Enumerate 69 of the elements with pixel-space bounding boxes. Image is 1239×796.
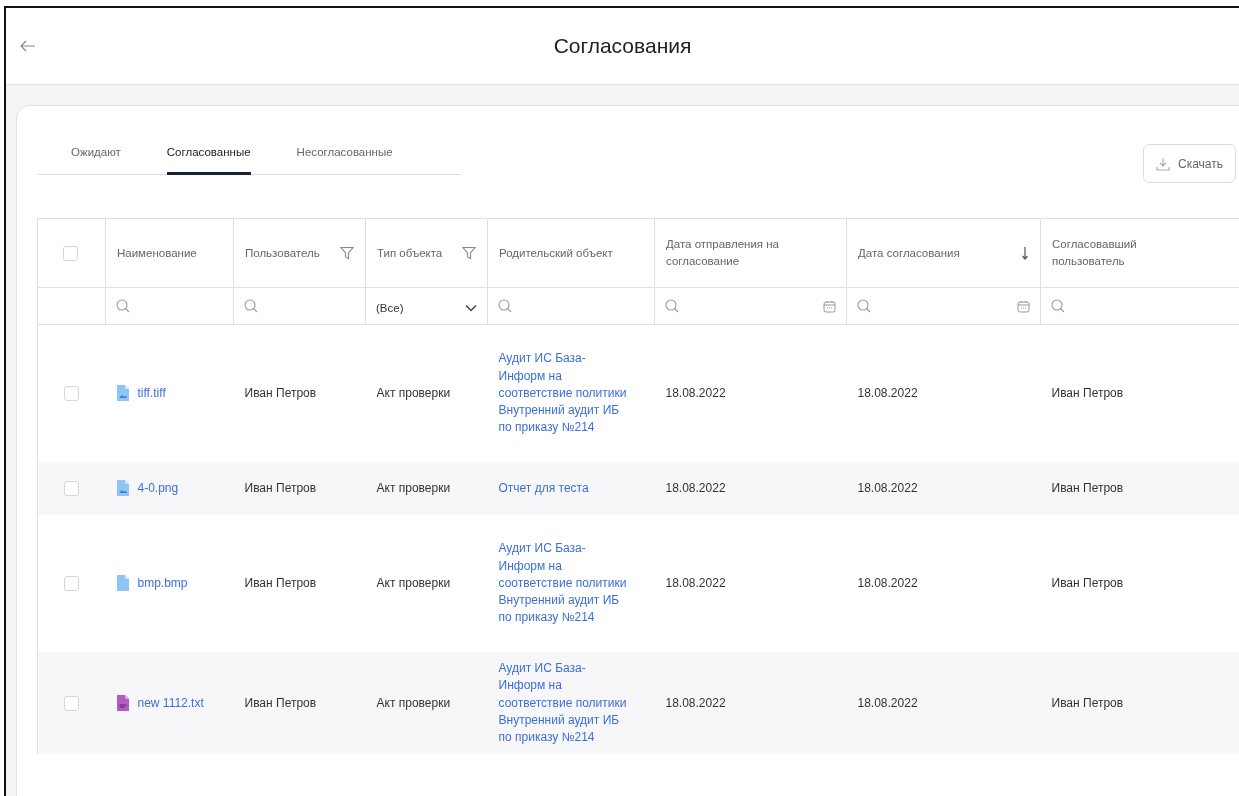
file-icon: [116, 575, 129, 592]
arrow-left-icon: [20, 40, 36, 52]
user-name: Иван Петров: [244, 575, 317, 590]
approval-date: 18.08.2022: [857, 385, 918, 400]
tab[interactable]: Несогласованные: [296, 136, 393, 175]
approval-date: 18.08.2022: [857, 695, 918, 710]
user-name: Иван Петров: [244, 385, 317, 400]
parent-object-link[interactable]: Аудит ИС База-Информ на соответствие политики Внутренний аудит ИБ по приказу №214: [498, 540, 627, 627]
column-label: Тип объекта: [377, 245, 444, 261]
approver-name: Иван Петров: [1051, 480, 1124, 495]
image-file-icon: [116, 480, 129, 497]
column-label: Согласовавший пользователь: [1052, 237, 1138, 269]
sort-down-icon: [1021, 246, 1029, 260]
object-type: Акт проверки: [376, 480, 451, 495]
approver-name: Иван Петров: [1051, 575, 1124, 590]
column-label: Пользователь: [245, 245, 321, 261]
user-name: Иван Петров: [244, 695, 317, 710]
user-name: Иван Петров: [244, 480, 317, 495]
column-header[interactable]: Родительский объект: [487, 218, 655, 288]
approval-date: 18.08.2022: [857, 480, 918, 495]
approver-name: Иван Петров: [1051, 695, 1124, 710]
column-header[interactable]: Тип объекта: [365, 218, 488, 288]
column-header[interactable]: Согласовавший пользователь: [1040, 218, 1239, 288]
chevron-down-icon: [465, 304, 477, 312]
search-icon: [1051, 299, 1065, 313]
back-button[interactable]: [18, 38, 38, 54]
object-type: Акт проверки: [376, 385, 451, 400]
page-title: Согласования: [553, 34, 692, 58]
tab[interactable]: Согласованные: [166, 136, 251, 175]
approver-name: Иван Петров: [1051, 385, 1124, 400]
column-label: Дата согласования: [858, 245, 961, 261]
approval-date: 18.08.2022: [857, 575, 918, 590]
text-file-icon: [116, 695, 129, 712]
tab[interactable]: Ожидают: [71, 136, 121, 175]
sent-date: 18.08.2022: [665, 695, 726, 710]
search-icon: [116, 299, 130, 313]
column-header[interactable]: Дата согласования: [846, 218, 1041, 288]
object-type: Акт проверки: [376, 575, 451, 590]
file-link[interactable]: bmp.bmp: [137, 574, 188, 593]
checkbox[interactable]: [64, 386, 79, 402]
file-link[interactable]: tiff.tiff: [137, 384, 166, 403]
search-icon: [665, 299, 679, 313]
column-header[interactable]: Наименование: [105, 218, 234, 288]
calendar-icon: [823, 299, 836, 313]
sent-date: 18.08.2022: [665, 575, 726, 590]
column-label: Наименование: [117, 245, 198, 261]
download-button[interactable]: Скачать: [1143, 144, 1236, 183]
filter-icon: [462, 246, 476, 260]
search-icon: [498, 299, 512, 313]
checkbox[interactable]: [64, 576, 79, 592]
calendar-icon: [1017, 299, 1030, 313]
download-icon: [1156, 156, 1170, 171]
parent-object-link[interactable]: Аудит ИС База-Информ на соответствие политики Внутренний аудит ИБ по приказу №214: [498, 350, 627, 437]
column-label: Дата отправления на согласование: [666, 237, 780, 269]
search-icon: [244, 299, 258, 313]
column-label: Родительский объект: [499, 245, 614, 261]
filter-icon: [340, 246, 354, 260]
file-link[interactable]: new 1112.txt: [137, 694, 204, 712]
search-icon: [857, 299, 871, 313]
column-header[interactable]: Дата отправления на согласование: [654, 218, 847, 288]
sent-date: 18.08.2022: [665, 385, 726, 400]
checkbox[interactable]: [64, 695, 79, 711]
sent-date: 18.08.2022: [665, 480, 726, 495]
image-file-icon: [116, 385, 129, 402]
object-type: Акт проверки: [376, 695, 451, 710]
checkbox[interactable]: [63, 246, 78, 262]
file-link[interactable]: 4-0.png: [137, 479, 179, 498]
checkbox[interactable]: [64, 481, 79, 497]
column-header[interactable]: Пользователь: [233, 218, 366, 288]
